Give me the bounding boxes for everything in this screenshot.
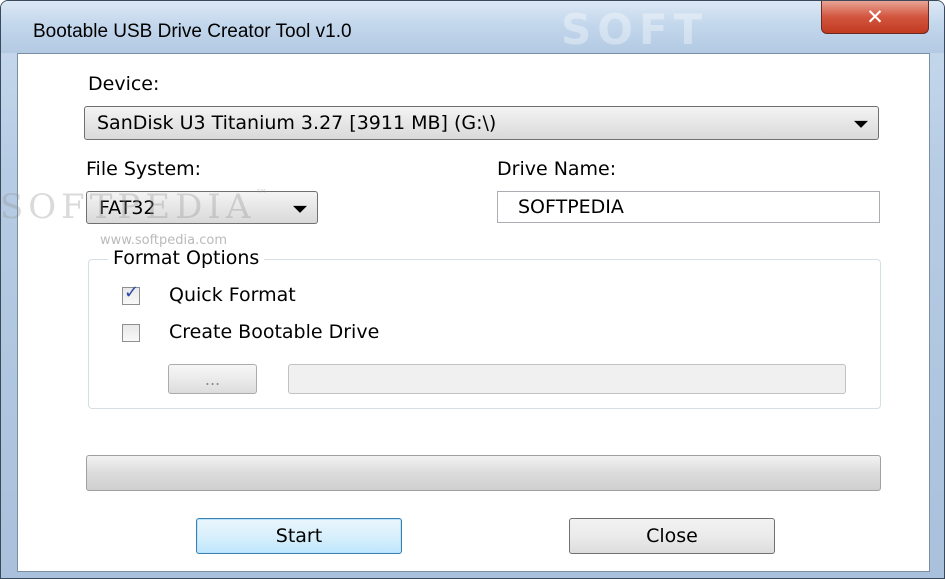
chevron-down-icon bbox=[854, 120, 868, 128]
close-icon: ✕ bbox=[866, 5, 884, 29]
device-label: Device: bbox=[88, 73, 160, 95]
file-system-dropdown[interactable]: FAT32 bbox=[86, 191, 318, 224]
close-button[interactable]: Close bbox=[569, 518, 775, 554]
watermark-url: www.softpedia.com bbox=[100, 233, 227, 248]
quick-format-label[interactable]: Quick Format bbox=[169, 284, 296, 306]
device-dropdown[interactable]: SanDisk U3 Titanium 3.27 [3911 MB] (G:\) bbox=[84, 106, 879, 140]
window-title: Bootable USB Drive Creator Tool v1.0 bbox=[33, 21, 352, 42]
drive-name-field[interactable] bbox=[497, 191, 880, 223]
browse-button-label: ... bbox=[204, 369, 221, 389]
title-bar[interactable]: SOFT Bootable USB Drive Creator Tool v1.… bbox=[1, 1, 944, 54]
image-path-field[interactable] bbox=[288, 364, 846, 394]
create-bootable-label[interactable]: Create Bootable Drive bbox=[169, 321, 379, 343]
progress-bar bbox=[86, 455, 881, 491]
check-icon: ✓ bbox=[124, 282, 140, 303]
drive-name-label: Drive Name: bbox=[497, 158, 617, 180]
device-selected-value: SanDisk U3 Titanium 3.27 [3911 MB] (G:\) bbox=[97, 112, 497, 134]
start-button[interactable]: Start bbox=[196, 518, 402, 554]
close-button-label: Close bbox=[646, 525, 698, 547]
chevron-down-icon bbox=[293, 205, 307, 213]
file-system-selected-value: FAT32 bbox=[99, 196, 156, 219]
create-bootable-checkbox[interactable] bbox=[122, 324, 140, 342]
drive-name-input[interactable] bbox=[498, 192, 879, 222]
title-watermark: SOFT bbox=[561, 5, 709, 54]
file-system-label: File System: bbox=[86, 158, 202, 180]
window-close-button[interactable]: ✕ bbox=[821, 1, 929, 34]
quick-format-checkbox[interactable]: ✓ bbox=[122, 282, 140, 305]
format-options-title: Format Options bbox=[108, 247, 265, 269]
dialog-body: Device: SanDisk U3 Titanium 3.27 [3911 M… bbox=[1, 53, 930, 572]
browse-button[interactable]: ... bbox=[168, 364, 257, 394]
app-window: SOFT Bootable USB Drive Creator Tool v1.… bbox=[0, 0, 945, 579]
start-button-label: Start bbox=[275, 525, 323, 547]
